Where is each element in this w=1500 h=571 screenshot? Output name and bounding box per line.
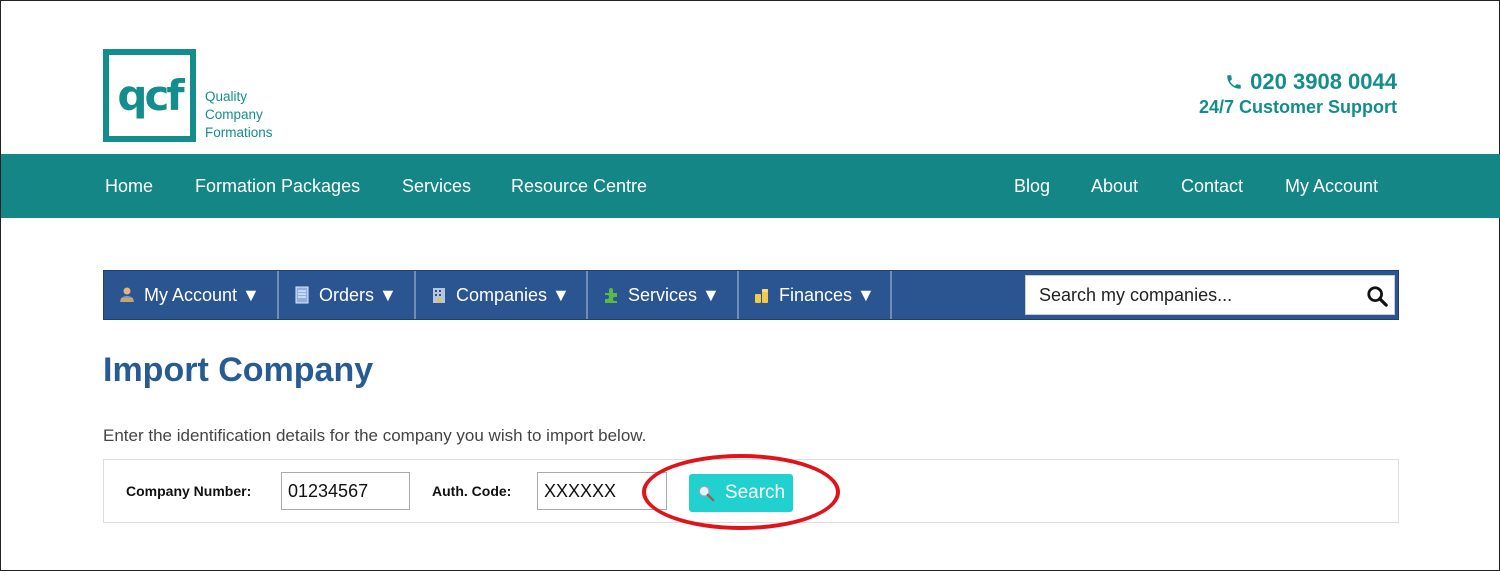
nav-home[interactable]: Home bbox=[105, 154, 153, 218]
phone-number[interactable]: 020 3908 0044 bbox=[1199, 69, 1397, 95]
company-search bbox=[1025, 275, 1395, 315]
finances-icon bbox=[755, 289, 768, 303]
highlight-ellipse bbox=[642, 454, 840, 530]
phone-icon bbox=[1227, 75, 1241, 89]
logo-text-line: Formations bbox=[205, 125, 273, 140]
companies-icon bbox=[433, 288, 445, 303]
services-icon bbox=[605, 288, 617, 303]
account-icon bbox=[120, 287, 134, 302]
nav-my-account[interactable]: My Account bbox=[1285, 154, 1378, 218]
main-nav: Home Formation Packages Services Resourc… bbox=[1, 154, 1500, 218]
account-menu-label: My Account ▼ bbox=[144, 284, 260, 305]
logo[interactable]: qcf bbox=[103, 49, 196, 142]
account-menu-my-account[interactable]: My Account ▼ bbox=[104, 271, 279, 319]
nav-formation-packages[interactable]: Formation Packages bbox=[195, 154, 360, 218]
account-toolbar: My Account ▼ Orders ▼ Companies ▼ Servic… bbox=[103, 270, 1399, 320]
phone-text: 020 3908 0044 bbox=[1250, 69, 1397, 94]
nav-resource-centre[interactable]: Resource Centre bbox=[511, 154, 647, 218]
logo-text-line: Company bbox=[205, 107, 263, 122]
search-icon[interactable] bbox=[1366, 285, 1388, 307]
logo-mark: qcf bbox=[117, 70, 184, 120]
services-menu-label: Services ▼ bbox=[628, 284, 720, 305]
account-menu-services[interactable]: Services ▼ bbox=[588, 271, 739, 319]
nav-about[interactable]: About bbox=[1091, 154, 1138, 218]
nav-services[interactable]: Services bbox=[402, 154, 471, 218]
orders-menu-label: Orders ▼ bbox=[319, 284, 397, 305]
account-menu-orders[interactable]: Orders ▼ bbox=[279, 271, 416, 319]
company-search-input[interactable] bbox=[1026, 276, 1356, 314]
account-menu-finances[interactable]: Finances ▼ bbox=[739, 271, 892, 319]
page-title: Import Company bbox=[103, 351, 374, 389]
support-line: 24/7 Customer Support bbox=[1198, 97, 1397, 117]
companies-menu-label: Companies ▼ bbox=[456, 284, 570, 305]
customer-support: 020 3908 0044 24/7 Customer Support bbox=[1199, 69, 1397, 119]
nav-contact[interactable]: Contact bbox=[1181, 154, 1243, 218]
logo-text-line: Quality bbox=[205, 89, 248, 104]
nav-blog[interactable]: Blog bbox=[1014, 154, 1050, 218]
company-number-input[interactable] bbox=[281, 472, 410, 510]
auth-code-label: Auth. Code: bbox=[432, 483, 512, 499]
page-frame: qcf Quality Company Formations 020 3908 … bbox=[0, 0, 1500, 571]
orders-icon bbox=[295, 286, 309, 304]
intro-text: Enter the identification details for the… bbox=[103, 426, 647, 445]
account-menu-companies[interactable]: Companies ▼ bbox=[416, 271, 588, 319]
logo-text: Quality Company Formations bbox=[205, 88, 273, 142]
finances-menu-label: Finances ▼ bbox=[779, 284, 875, 305]
company-number-label: Company Number: bbox=[126, 483, 252, 499]
